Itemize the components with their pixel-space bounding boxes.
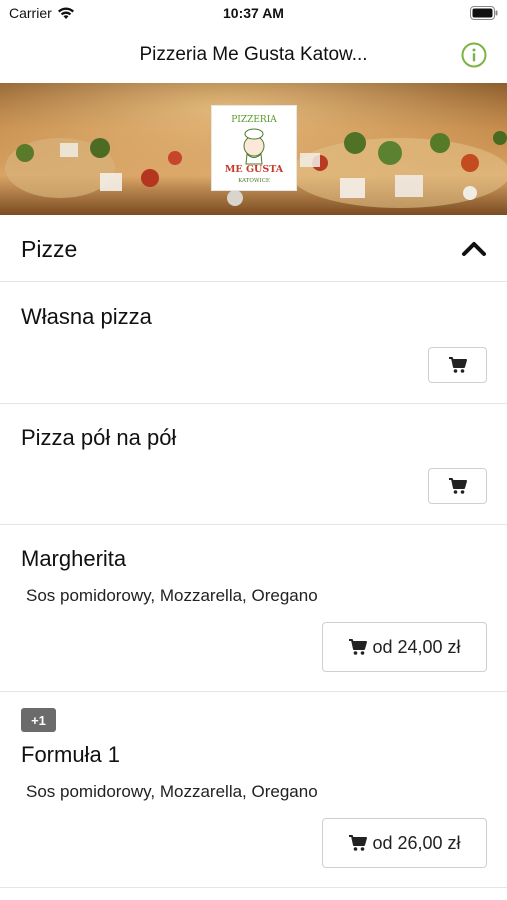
cart-icon (448, 478, 467, 494)
add-to-cart-button[interactable] (428, 468, 487, 504)
restaurant-logo: PIZZERIA ME GUSTA KATOWICE (211, 105, 297, 191)
item-name: Pizza pół na pół (21, 425, 177, 450)
add-to-cart-button[interactable]: od 24,00 zł (322, 622, 487, 672)
cart-icon (349, 639, 368, 655)
status-bar: Carrier 10:37 AM (0, 0, 507, 28)
list-item[interactable]: Margherita Sos pomidorowy, Mozzarella, O… (0, 525, 507, 692)
price-label: od 24,00 zł (372, 636, 461, 657)
status-time: 10:37 AM (223, 5, 284, 21)
category-header-pizze[interactable]: Pizze (0, 215, 507, 282)
cart-icon (349, 835, 368, 851)
battery-icon (470, 6, 498, 20)
chevron-up-icon[interactable] (461, 239, 487, 257)
list-item[interactable]: +1 Formuła 1 Sos pomidorowy, Mozzarella,… (0, 692, 507, 888)
chef-logo-icon: PIZZERIA ME GUSTA KATOWICE (225, 115, 284, 184)
cart-icon (448, 357, 467, 373)
list-item[interactable]: Pizza pół na pół (0, 404, 507, 525)
item-description: Sos pomidorowy, Mozzarella, Oregano (26, 782, 318, 801)
logo-text-top: PIZZERIA (231, 115, 277, 125)
add-to-cart-button[interactable] (428, 347, 487, 383)
item-name: Formuła 1 (21, 742, 121, 767)
category-title: Pizze (21, 236, 78, 262)
item-name: Margherita (21, 546, 127, 571)
page-title: Pizzeria Me Gusta Katow... (139, 44, 368, 65)
info-icon[interactable] (461, 42, 487, 68)
price-label: od 26,00 zł (372, 832, 461, 853)
item-name: Własna pizza (21, 304, 152, 329)
extra-count-badge: +1 (21, 708, 56, 732)
hero-banner: PIZZERIA ME GUSTA KATOWICE (0, 83, 507, 215)
logo-text-middle: ME GUSTA (225, 164, 284, 175)
nav-bar: Pizzeria Me Gusta Katow... (0, 28, 507, 83)
add-to-cart-button[interactable]: od 26,00 zł (322, 818, 487, 868)
item-description: Sos pomidorowy, Mozzarella, Oregano (26, 586, 318, 605)
logo-text-bottom: KATOWICE (238, 178, 270, 184)
list-item[interactable]: Własna pizza (0, 283, 507, 404)
